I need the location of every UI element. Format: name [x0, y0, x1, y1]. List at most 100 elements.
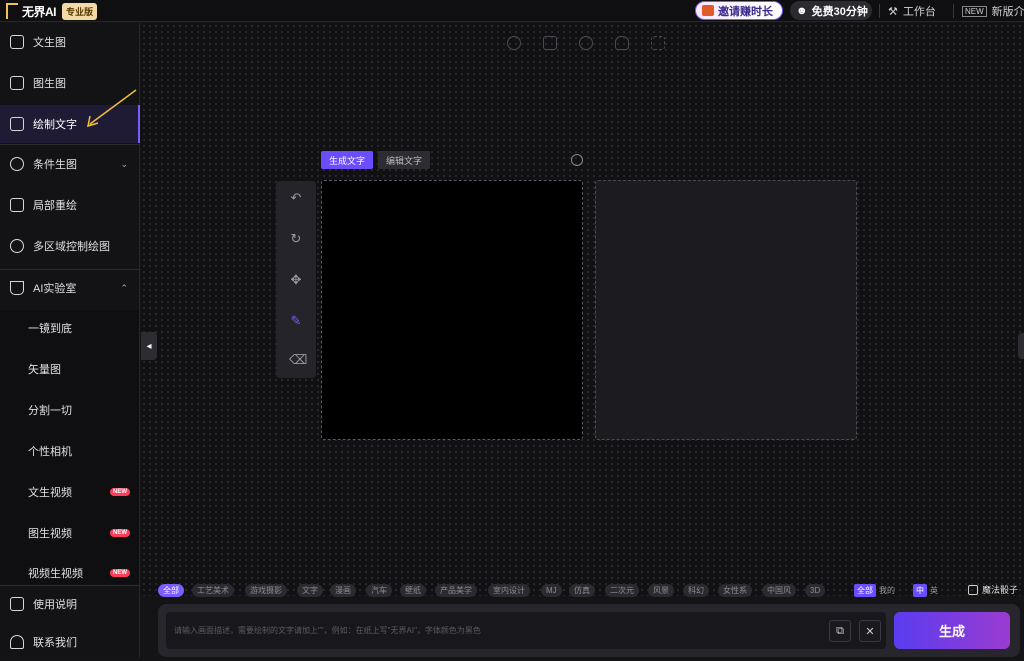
sidebar-subitem-label: 视频生视频 [28, 568, 83, 580]
preview-area [595, 180, 857, 440]
sidebar-subitem[interactable]: 文生视频 NEW [0, 473, 140, 511]
editor-tabs: 生成文字 编辑文字 [321, 151, 431, 169]
face-icon[interactable] [579, 36, 593, 50]
sidebar-item-multi-region[interactable]: 多区域控制绘图 [0, 227, 140, 265]
sidebar-item-label: 使用说明 [33, 599, 77, 611]
style-tag[interactable]: 游戏摄影 [245, 584, 287, 597]
new-badge: NEW [110, 488, 130, 496]
move-icon[interactable]: ✥ [289, 273, 303, 287]
image-icon [10, 35, 24, 49]
vertical-toolbar: ↶ ↻ ✥ ✎ ⌫ [276, 181, 316, 378]
repaint-icon [10, 198, 24, 212]
divider [953, 4, 954, 18]
generate-button[interactable]: 生成 [894, 612, 1010, 649]
sidebar-item-help[interactable]: 使用说明 [0, 585, 140, 623]
canvas-top-toolbar [507, 36, 665, 50]
edition-badge: 专业版 [62, 2, 98, 20]
expand-right-panel-button[interactable] [1018, 333, 1024, 359]
eraser-icon[interactable]: ⌫ [289, 353, 307, 367]
fullscreen-icon[interactable] [651, 36, 665, 50]
workbench-link[interactable]: ⚒ 工作台 [888, 3, 936, 19]
sidebar-item-label: 图生图 [33, 78, 66, 90]
style-tag[interactable]: 室内设计 [488, 584, 530, 597]
style-tag[interactable]: 漫画 [330, 584, 356, 597]
style-tag-bar: 全部 工艺美术 游戏摄影 文字 漫画 汽车 壁纸 产品美学 室内设计 MJ 仿真… [141, 581, 1024, 601]
style-tag[interactable]: 产品美学 [435, 584, 477, 597]
sidebar-item-label: 文生图 [33, 37, 66, 49]
new-version-label: 新版介绍 [991, 6, 1024, 18]
style-tag[interactable]: 风景 [648, 584, 674, 597]
tab-edit-text[interactable]: 编辑文字 [378, 151, 431, 169]
style-tag[interactable]: 3D [805, 584, 826, 597]
brush-icon[interactable]: ✎ [289, 314, 303, 328]
sidebar-subitem[interactable]: 个性相机 [0, 432, 140, 470]
style-tag[interactable]: 工艺美术 [192, 584, 234, 597]
scope-toggle[interactable]: 全部 我的 [854, 584, 895, 597]
sidebar-subitem[interactable]: 分割一切 [0, 391, 140, 429]
invite-label: 邀请赚时长 [718, 5, 773, 18]
logo-mark-icon [6, 3, 18, 19]
grid-icon[interactable] [543, 36, 557, 50]
free-time-button[interactable]: ☻ 免费30分钟 [790, 1, 872, 20]
sidebar-item-text-to-image[interactable]: 文生图 [0, 23, 140, 61]
style-tag[interactable]: 科幻 [683, 584, 709, 597]
logo[interactable]: 无界AI 专业版 [6, 2, 98, 20]
refresh-icon[interactable]: ↻ [289, 232, 303, 246]
nodes-icon [10, 157, 24, 171]
sidebar-item-conditional[interactable]: 条件生图 ⌄ [0, 145, 140, 183]
sidebar-subitem[interactable]: 图生视频 NEW [0, 514, 140, 552]
style-tag[interactable]: MJ [541, 584, 562, 597]
images-icon [10, 76, 24, 90]
sidebar-item-contact[interactable]: 联系我们 [0, 623, 140, 661]
sidebar-item-label: 条件生图 [33, 159, 77, 171]
style-tag[interactable]: 女性系 [718, 584, 752, 597]
top-bar: 无界AI 专业版 邀请赚时长 ☻ 免费30分钟 ⚒ 工作台 NEW 新版介绍 [0, 0, 1024, 22]
style-tag[interactable]: 汽车 [366, 584, 392, 597]
new-version-link[interactable]: NEW 新版介绍 [962, 3, 1024, 19]
chevron-down-icon: ⌄ [120, 158, 128, 169]
divider [879, 4, 880, 18]
prompt-panel: ⧉ ✕ 生成 [158, 604, 1020, 657]
tab-generate-text[interactable]: 生成文字 [321, 151, 374, 169]
style-tag[interactable]: 全部 [158, 584, 184, 597]
book-icon [10, 597, 24, 611]
invite-button[interactable]: 邀请赚时长 [695, 1, 783, 20]
new-badge: NEW [110, 529, 130, 537]
globe-icon[interactable] [507, 36, 521, 50]
copy-icon[interactable]: ⧉ [829, 620, 851, 642]
headset-icon [10, 635, 24, 649]
sidebar-item-inpaint[interactable]: 局部重绘 [0, 186, 140, 224]
hand-icon[interactable] [615, 36, 629, 50]
clear-icon[interactable]: ✕ [859, 620, 881, 642]
sidebar-item-label: 联系我们 [33, 637, 77, 649]
sidebar-item-label: 绘制文字 [33, 119, 77, 131]
magic-dice-button[interactable]: 魔法骰子 [968, 583, 1018, 596]
sidebar-subitem-label: 文生视频 [28, 487, 72, 499]
sidebar-subitem[interactable]: 矢量图 [0, 350, 140, 388]
language-toggle[interactable]: 中 英 [913, 584, 938, 597]
sidebar-item-ai-lab[interactable]: AI实验室 ⌃ [0, 269, 140, 307]
drawing-area[interactable] [321, 180, 583, 440]
language-toggle-on: 中 [913, 584, 927, 597]
undo-icon[interactable]: ↶ [289, 191, 303, 205]
prompt-input[interactable] [166, 612, 886, 649]
workbench-icon: ⚒ [888, 5, 898, 18]
style-tag[interactable]: 仿真 [569, 584, 595, 597]
region-icon [10, 239, 24, 253]
text-frame-icon [10, 117, 24, 131]
new-badge: NEW [110, 569, 130, 577]
collapse-sidebar-button[interactable]: ◂ [141, 332, 157, 360]
chevron-up-icon: ⌃ [120, 282, 128, 293]
sidebar-subitem[interactable]: 一镜到底 [0, 309, 140, 347]
dice-icon [968, 584, 978, 595]
sidebar-subitem-label: 个性相机 [28, 446, 72, 458]
style-tag[interactable]: 中国风 [762, 584, 796, 597]
language-toggle-off: 英 [930, 586, 938, 595]
style-tag[interactable]: 文字 [297, 584, 323, 597]
sidebar-subitem-label: 一镜到底 [28, 323, 72, 335]
magic-dice-label: 魔法骰子 [982, 585, 1019, 595]
free-time-label: 免费30分钟 [811, 5, 868, 18]
style-tag[interactable]: 二次元 [605, 584, 639, 597]
settings-icon[interactable] [571, 154, 583, 166]
style-tag[interactable]: 壁纸 [400, 584, 426, 597]
